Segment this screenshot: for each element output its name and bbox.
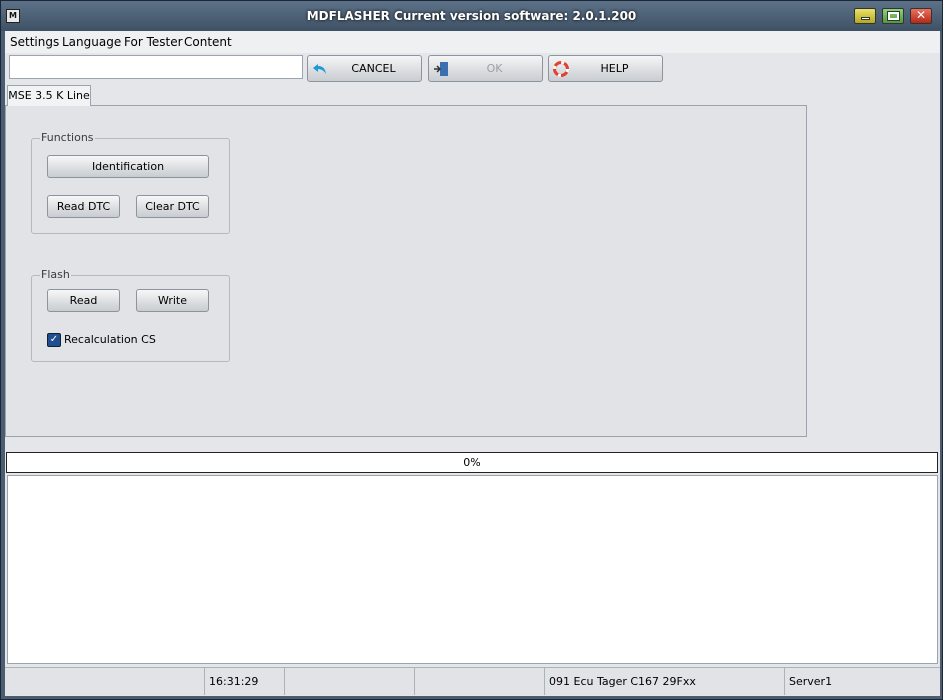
status-cell-empty-2 (285, 668, 415, 695)
status-time: 16:31:29 (205, 668, 285, 695)
maximize-button[interactable] (882, 8, 904, 24)
flash-read-button[interactable]: Read (47, 289, 120, 312)
minimize-button[interactable] (854, 8, 876, 24)
tab-mse35-kline[interactable]: MSE 3.5 K Line (7, 85, 91, 106)
maximize-icon (887, 11, 900, 21)
status-bar: 16:31:29 091 Ecu Tager C167 29Fxx Server… (5, 667, 940, 695)
door-enter-icon (433, 61, 449, 77)
back-arrow-icon (312, 61, 328, 77)
flash-legend: Flash (40, 268, 71, 281)
menu-settings[interactable]: Settings (10, 35, 59, 49)
ok-button[interactable]: OK (428, 55, 543, 82)
recalculation-cs-checkbox[interactable]: ✓ (47, 333, 61, 347)
menu-language[interactable]: Language (62, 35, 121, 49)
cancel-button[interactable]: CANCEL (307, 55, 422, 82)
identification-button[interactable]: Identification (47, 155, 209, 178)
window-title: MDFLASHER Current version software: 2.0.… (306, 9, 637, 23)
progress-text: 0% (463, 456, 481, 469)
app-window: M MDFLASHER Current version software: 2.… (0, 0, 943, 700)
menu-for-tester[interactable]: For Tester (124, 35, 183, 49)
title-bar[interactable]: M MDFLASHER Current version software: 2.… (1, 1, 942, 31)
status-cell-empty-1 (5, 668, 205, 695)
read-dtc-button[interactable]: Read DTC (47, 195, 120, 218)
tab-panel: Functions Identification Read DTC Clear … (5, 105, 807, 437)
client-area: Settings Language For Tester Content CAN… (5, 31, 940, 696)
log-output[interactable] (7, 475, 938, 664)
status-ecu: 091 Ecu Tager C167 29Fxx (545, 668, 785, 695)
flash-group: Flash Read Write ✓ Recalculation CS (31, 268, 230, 362)
help-button[interactable]: HELP (548, 55, 663, 82)
close-icon: ✕ (915, 8, 927, 22)
menu-content[interactable]: Content (184, 35, 232, 49)
flash-write-button[interactable]: Write (136, 289, 209, 312)
minimize-icon (861, 17, 870, 20)
status-cell-empty-3 (415, 668, 545, 695)
status-server: Server1 (789, 675, 833, 688)
path-input[interactable] (9, 55, 303, 79)
functions-group: Functions Identification Read DTC Clear … (31, 131, 230, 234)
lifebuoy-icon (553, 61, 569, 77)
close-button[interactable]: ✕ (910, 8, 932, 24)
recalculation-cs-label: Recalculation CS (64, 333, 156, 346)
functions-legend: Functions (40, 131, 95, 144)
menu-bar: Settings Language For Tester Content (5, 31, 940, 53)
progress-bar: 0% (6, 452, 938, 473)
clear-dtc-button[interactable]: Clear DTC (136, 195, 209, 218)
